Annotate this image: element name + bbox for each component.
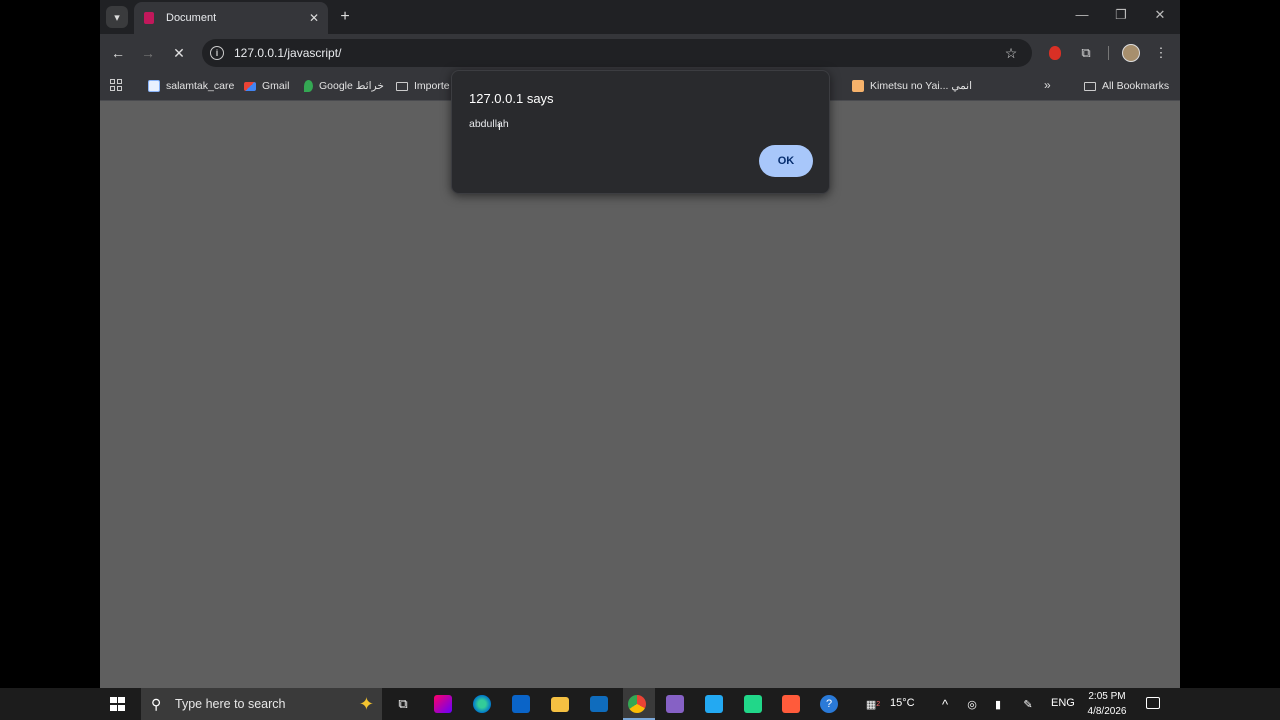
file-explorer-icon[interactable]	[551, 697, 569, 712]
weather-badge: 2	[876, 700, 881, 708]
windows-start-icon[interactable]	[110, 697, 126, 711]
bookmark-label: Importe	[414, 80, 450, 92]
clion-icon[interactable]	[782, 695, 800, 713]
close-tab-icon[interactable]: ✕	[306, 10, 322, 26]
chrome-icon[interactable]	[628, 695, 646, 713]
site-info-icon[interactable]: i	[210, 46, 224, 60]
tab-document[interactable]: Document ✕	[134, 2, 328, 34]
text-cursor-icon: I	[498, 122, 501, 133]
store-icon[interactable]	[512, 695, 530, 713]
help-icon[interactable]: ?	[820, 695, 838, 713]
browser-window: ▾ Document ✕ + — ❐ ✕ ← → ✕ i 127.0.0.1/j…	[100, 0, 1180, 720]
bookmark-salamtak-care[interactable]: salamtak_care	[148, 78, 234, 94]
bookmark-label: All Bookmarks	[1102, 80, 1170, 92]
forward-icon[interactable]: →	[138, 43, 158, 63]
bookmark-google-maps[interactable]: Google خرائط	[304, 78, 384, 94]
bookmark-label: salamtak_care	[166, 80, 235, 92]
restore-icon[interactable]: ❐	[1111, 7, 1131, 23]
extensions-puzzle-icon[interactable]: ⧉	[1077, 44, 1095, 62]
outlook-icon[interactable]	[590, 696, 608, 712]
vscode-icon[interactable]	[705, 695, 723, 713]
menu-kebab-icon[interactable]: ⋮	[1152, 44, 1170, 62]
clock-time: 2:05 PM	[1088, 691, 1126, 702]
toolbar-divider	[1108, 46, 1109, 60]
gmail-icon	[244, 81, 256, 91]
minimize-icon[interactable]: —	[1072, 7, 1092, 22]
new-tab-button[interactable]: +	[336, 8, 354, 26]
video-icon	[852, 80, 864, 92]
back-icon[interactable]: ←	[108, 43, 128, 63]
search-placeholder: Type here to search	[175, 697, 286, 711]
bookmark-imported-folder[interactable]: Importe	[396, 78, 450, 94]
window-close-icon[interactable]: ✕	[1150, 7, 1170, 23]
clock[interactable]: 2:05 PM 4/8/2026	[1082, 689, 1132, 719]
tab-strip: ▾ Document ✕ + — ❐ ✕	[100, 0, 1180, 34]
maps-icon	[304, 80, 313, 92]
microphone-icon[interactable]: ▮	[987, 694, 1009, 714]
taskbar: ⚲ Type here to search ✦ ⧉ ? ▦ 2 15°C ^ ◎ …	[0, 688, 1280, 720]
document-favicon-icon	[144, 12, 154, 24]
edge-icon[interactable]	[473, 695, 491, 713]
copilot-icon[interactable]	[434, 695, 452, 713]
folder-icon	[1084, 81, 1096, 91]
apps-grid-icon[interactable]	[110, 79, 122, 91]
search-icon: ⚲	[151, 695, 162, 712]
tab-search-button[interactable]: ▾	[106, 6, 128, 28]
bookmark-star-icon[interactable]: ☆	[1002, 45, 1020, 62]
task-view-icon[interactable]: ⧉	[392, 694, 414, 714]
stop-loading-icon[interactable]: ✕	[169, 43, 189, 63]
bookmark-kimetsu[interactable]: Kimetsu no Yai... انمي	[852, 78, 972, 94]
all-bookmarks[interactable]: All Bookmarks	[1084, 78, 1169, 94]
bookmark-label: Kimetsu no Yai... انمي	[870, 80, 972, 92]
doc-icon	[148, 80, 160, 92]
pycharm-icon[interactable]	[744, 695, 762, 713]
bookmark-label: Google خرائط	[319, 80, 384, 92]
address-bar[interactable]: i 127.0.0.1/javascript/ ☆	[202, 39, 1032, 67]
clock-date: 4/8/2026	[1087, 706, 1127, 717]
copilot-sparkle-icon[interactable]: ✦	[359, 694, 374, 715]
tab-title: Document	[166, 12, 217, 24]
ok-button[interactable]: OK	[759, 145, 813, 177]
alert-dialog: 127.0.0.1 says abdullah OK	[451, 70, 830, 194]
folder-icon	[396, 81, 408, 91]
url-text[interactable]: 127.0.0.1/javascript/	[234, 46, 1002, 60]
tray-chevron-icon[interactable]: ^	[934, 694, 956, 714]
extension-red-icon[interactable]	[1046, 44, 1064, 62]
toolbar: ← → ✕ i 127.0.0.1/javascript/ ☆ ⧉ ⋮	[100, 34, 1180, 72]
notification-icon[interactable]	[1146, 697, 1160, 709]
weather-temperature[interactable]: 15°C	[890, 697, 915, 709]
weather-icon[interactable]: ▦ 2	[862, 694, 884, 714]
pen-icon[interactable]: ✎	[1017, 694, 1039, 714]
profile-avatar[interactable]	[1122, 44, 1140, 62]
bookmark-label: Gmail	[262, 80, 290, 92]
camera-icon[interactable]: ◎	[961, 694, 983, 714]
taskbar-search-box[interactable]: ⚲ Type here to search ✦	[141, 688, 382, 720]
dialog-title: 127.0.0.1 says	[469, 91, 554, 106]
bookmark-gmail[interactable]: Gmail	[244, 78, 289, 94]
more-bookmarks-icon[interactable]: »	[1044, 78, 1051, 92]
language-indicator[interactable]: ENG	[1051, 697, 1075, 709]
visual-studio-icon[interactable]	[666, 695, 684, 713]
